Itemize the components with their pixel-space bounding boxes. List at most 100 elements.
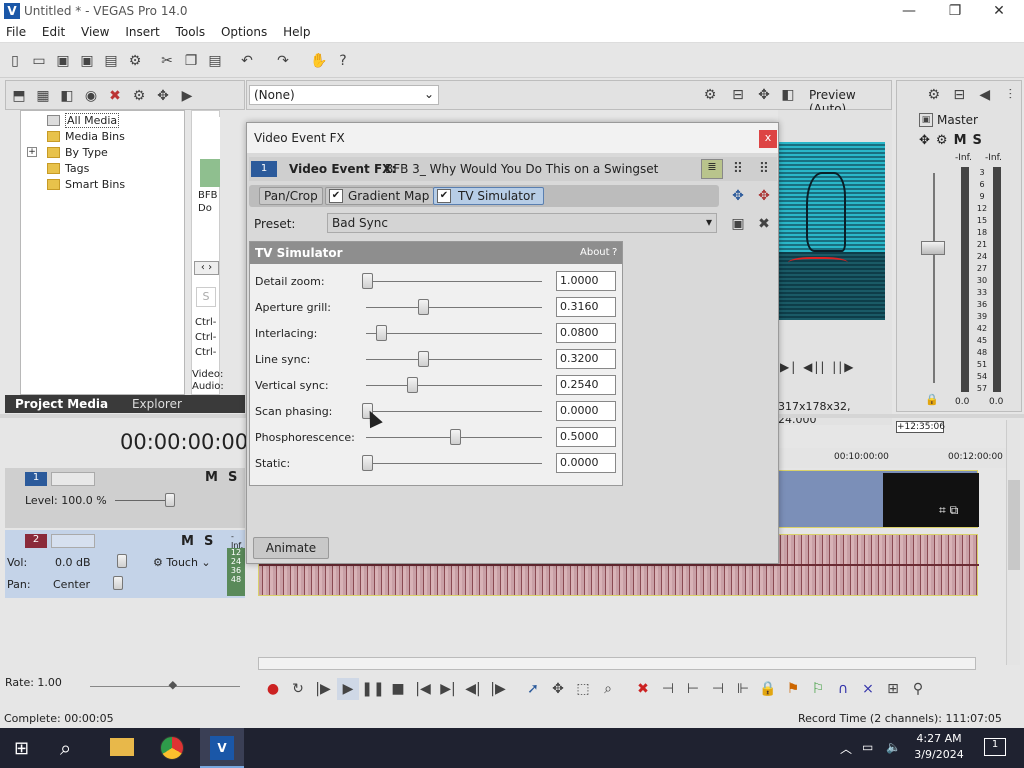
master-fx-plug-icon[interactable]: ✥ (919, 133, 930, 148)
media-thumbnail[interactable] (200, 117, 220, 187)
save-as-icon[interactable]: ▣ (76, 50, 98, 72)
video-preview-frame[interactable] (778, 142, 885, 320)
tree-item-all-media[interactable]: All Media (21, 113, 184, 129)
track2-solo-button[interactable]: S (204, 534, 213, 549)
lock-icon[interactable]: 🔒 (925, 393, 939, 406)
downmix-icon[interactable]: ⊟ (949, 84, 971, 106)
media-fx-icon[interactable]: ⚙ (128, 85, 150, 107)
timeline-timecode[interactable]: 00:00:00:00 (120, 430, 248, 454)
copy-icon[interactable]: ❐ (180, 50, 202, 72)
loop-icon[interactable]: ↻ (287, 678, 309, 700)
timeline-hscroll[interactable] (258, 657, 976, 670)
menu-file[interactable]: File (0, 23, 32, 41)
zoom-tool-icon[interactable]: ⌕ (597, 678, 619, 700)
region-icon[interactable]: ⚐ (807, 678, 829, 700)
vegas-taskbar-button[interactable]: V (200, 728, 244, 768)
menu-edit[interactable]: Edit (36, 23, 71, 41)
tree-item-by-type[interactable]: + By Type (21, 145, 184, 161)
tray-chevron-icon[interactable]: ︿ (840, 740, 852, 757)
crop-icon[interactable]: ⌗ ⧉ (939, 503, 958, 518)
trim-end-icon[interactable]: ⊣ (707, 678, 729, 700)
save-icon[interactable]: ▣ (52, 50, 74, 72)
play-icon[interactable]: ▶ (337, 678, 359, 700)
param-value-input[interactable]: 1.0000 (556, 271, 616, 291)
delete-icon[interactable]: ✖ (632, 678, 654, 700)
scroll-lr-button[interactable]: ‹ › (194, 261, 219, 275)
chain-grid-icon[interactable]: ⠿ (727, 158, 749, 180)
param-value-input[interactable]: 0.2540 (556, 375, 616, 395)
help-link[interactable]: ? (612, 247, 617, 258)
smart-icon[interactable]: S (196, 287, 216, 307)
menu-tools[interactable]: Tools (170, 23, 212, 41)
split-icon[interactable]: ⊩ (732, 678, 754, 700)
param-slider-track[interactable] (366, 385, 542, 386)
master-mute-button[interactable]: M (954, 133, 967, 148)
master-solo-button[interactable]: S (973, 133, 982, 148)
ripple-icon[interactable]: ⊞ (882, 678, 904, 700)
master-fader[interactable] (921, 241, 945, 255)
close-window-button[interactable]: ✕ (976, 0, 1022, 23)
about-link[interactable]: About (580, 247, 610, 258)
search-icon[interactable]: ⌕ (60, 736, 71, 760)
overlay-icon[interactable]: ◧ (777, 84, 799, 106)
param-value-input[interactable]: 0.3160 (556, 297, 616, 317)
menu-insert[interactable]: Insert (119, 23, 165, 41)
import-media-icon[interactable]: ⬒ (8, 85, 30, 107)
maximize-button[interactable]: ❐ (932, 0, 978, 23)
checkbox-icon[interactable]: ✔ (329, 189, 343, 203)
web-icon[interactable]: ◉ (80, 85, 102, 107)
plugin-add-icon[interactable]: ✥ (727, 185, 749, 207)
undo-icon[interactable]: ↶ (236, 50, 258, 72)
chain-grid2-icon[interactable]: ⠿ (753, 158, 775, 180)
volume-icon[interactable]: 🔈 (886, 740, 901, 754)
move-icon[interactable]: ✥ (753, 84, 775, 106)
clock-time[interactable]: 4:27 AM (916, 732, 962, 745)
cut-icon[interactable]: ✂ (156, 50, 178, 72)
marker-icon[interactable]: ⚑ (782, 678, 804, 700)
paste-icon[interactable]: ▤ (204, 50, 226, 72)
mixer-icon[interactable]: ⫶ (1000, 84, 1022, 106)
track2-mute-button[interactable]: M (181, 534, 194, 549)
go-start-icon[interactable]: |◀ (412, 678, 434, 700)
track1-solo-button[interactable]: S (228, 470, 237, 485)
param-slider-thumb[interactable] (362, 455, 373, 471)
save-preset-icon[interactable]: ▣ (727, 213, 749, 235)
network-icon[interactable]: ▭ (862, 740, 873, 754)
lock-envelopes-icon[interactable]: ⚲ (907, 678, 929, 700)
chain-view-icon[interactable]: ≣ (701, 159, 723, 179)
preset-select[interactable]: Bad Sync ▾ (327, 213, 717, 233)
track1-mute-button[interactable]: M (205, 470, 218, 485)
minimize-button[interactable]: — (886, 0, 932, 23)
vol-slider[interactable] (117, 554, 127, 568)
render-icon[interactable]: ▤ (100, 50, 122, 72)
go-end-icon[interactable]: ▶| (437, 678, 459, 700)
dim-icon[interactable]: ◀ (974, 84, 996, 106)
plugin-icon[interactable]: ✋ (308, 50, 330, 72)
param-slider-track[interactable] (366, 463, 542, 464)
master-settings-icon[interactable]: ⚙ (936, 133, 948, 148)
master-arm-icon[interactable]: ▣ (919, 113, 933, 127)
param-slider-thumb[interactable] (376, 325, 387, 341)
plugin-remove-icon[interactable]: ✥ (753, 185, 775, 207)
trim-start-icon[interactable]: ⊣ (657, 678, 679, 700)
param-slider-thumb[interactable] (418, 299, 429, 315)
next-frame-icon[interactable]: |▶ (487, 678, 509, 700)
animate-button[interactable]: Animate (253, 537, 329, 559)
transport-mini[interactable]: ▶| ◀|| ||▶ (780, 360, 856, 374)
plugin-chain-icon[interactable]: ✥ (152, 85, 174, 107)
auto-crossfade-icon[interactable]: ⨯ (857, 678, 879, 700)
play-from-start-icon[interactable]: |▶ (312, 678, 334, 700)
prev-frame-icon[interactable]: ◀| (462, 678, 484, 700)
param-value-input[interactable]: 0.0000 (556, 401, 616, 421)
rate-slider[interactable]: ⯁ (168, 679, 178, 694)
pan-slider[interactable] (113, 576, 123, 590)
fx-preset-select[interactable]: (None) ⌄ (249, 85, 439, 105)
touch-mode-select[interactable]: ⚙ Touch ⌄ (153, 556, 211, 569)
param-slider-thumb[interactable] (407, 377, 418, 393)
redo-icon[interactable]: ↷ (272, 50, 294, 72)
param-slider-track[interactable] (366, 359, 542, 360)
param-slider-track[interactable] (366, 281, 542, 282)
menu-options[interactable]: Options (215, 23, 273, 41)
snap-icon[interactable]: ∩ (832, 678, 854, 700)
plugin-tv-simulator[interactable]: ✔ TV Simulator (433, 187, 545, 205)
